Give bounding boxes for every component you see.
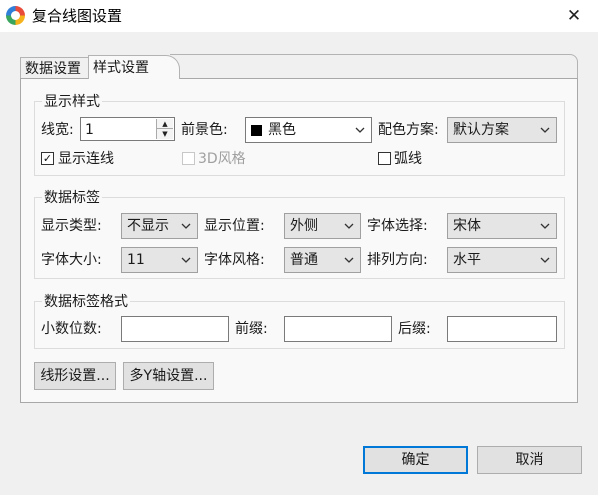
show-lines-label: 显示连线	[58, 151, 114, 167]
chevron-down-icon	[344, 257, 354, 263]
line-width-value: 1	[85, 122, 94, 138]
app-color-wheel-icon	[6, 6, 25, 25]
chevron-down-icon	[344, 223, 354, 229]
display-position-value: 外侧	[290, 218, 318, 234]
stepper-buttons: ▲ ▼	[156, 119, 173, 139]
display-type-select[interactable]: 不显示	[121, 213, 198, 239]
display-position-select[interactable]: 外侧	[284, 213, 361, 239]
arc-label: 弧线	[394, 151, 422, 167]
line-width-stepper[interactable]: 1 ▲ ▼	[80, 117, 175, 141]
text-direction-value: 水平	[453, 252, 481, 268]
group-title-data-label-format: 数据标签格式	[42, 293, 130, 311]
decimal-places-label: 小数位数:	[41, 321, 102, 337]
tab-data-settings[interactable]: 数据设置	[20, 57, 89, 79]
group-title-display-style: 显示样式	[42, 93, 102, 111]
prefix-input[interactable]	[284, 316, 392, 342]
tab-strip-border	[170, 54, 578, 79]
suffix-label: 后缀:	[398, 321, 431, 337]
color-scheme-value: 默认方案	[453, 122, 509, 138]
text-direction-label: 排列方向:	[367, 252, 428, 268]
tab-style-settings[interactable]: 样式设置	[88, 55, 180, 79]
close-button[interactable]: ✕	[560, 4, 588, 28]
suffix-input[interactable]	[447, 316, 557, 342]
chevron-down-icon	[181, 257, 191, 263]
display-type-value: 不显示	[127, 218, 169, 234]
font-size-select[interactable]: 11	[121, 247, 198, 273]
line-settings-button[interactable]: 线形设置...	[34, 362, 116, 390]
text-direction-select[interactable]: 水平	[447, 247, 557, 273]
font-size-label: 字体大小:	[41, 252, 102, 268]
group-title-data-label: 数据标签	[42, 189, 102, 207]
arc-checkbox[interactable]	[378, 152, 391, 165]
font-style-value: 普通	[290, 252, 318, 268]
display-type-label: 显示类型:	[41, 218, 102, 234]
stepper-up-icon[interactable]: ▲	[157, 119, 173, 129]
style-3d-checkbox[interactable]	[182, 152, 195, 165]
ok-button[interactable]: 确定	[363, 446, 468, 474]
window-title: 复合线图设置	[32, 7, 123, 25]
display-position-label: 显示位置:	[204, 218, 265, 234]
foreground-color-select[interactable]: 黑色	[245, 117, 372, 143]
font-select-label: 字体选择:	[367, 218, 428, 234]
color-scheme-select[interactable]: 默认方案	[447, 117, 557, 143]
chevron-down-icon	[181, 223, 191, 229]
chevron-down-icon	[540, 223, 550, 229]
chevron-down-icon	[355, 127, 365, 133]
style-3d-label: 3D风格	[198, 151, 246, 167]
color-scheme-label: 配色方案:	[378, 122, 439, 138]
font-value: 宋体	[453, 218, 481, 234]
show-lines-checkbox[interactable]: ✓	[41, 152, 54, 165]
decimal-places-input[interactable]	[121, 316, 229, 342]
chevron-down-icon	[540, 127, 550, 133]
foreground-color-value: 黑色	[268, 122, 296, 138]
font-style-label: 字体风格:	[204, 252, 265, 268]
prefix-label: 前缀:	[235, 321, 268, 337]
font-style-select[interactable]: 普通	[284, 247, 361, 273]
stepper-down-icon[interactable]: ▼	[157, 129, 173, 139]
font-size-value: 11	[127, 252, 145, 268]
foreground-color-label: 前景色:	[181, 122, 228, 138]
chevron-down-icon	[540, 257, 550, 263]
cancel-button[interactable]: 取消	[477, 446, 582, 474]
line-width-label: 线宽:	[41, 122, 74, 138]
title-bar: 复合线图设置 ✕	[0, 0, 598, 32]
multi-y-axis-settings-button[interactable]: 多Y轴设置...	[123, 362, 214, 390]
color-swatch	[251, 125, 262, 136]
font-select[interactable]: 宋体	[447, 213, 557, 239]
